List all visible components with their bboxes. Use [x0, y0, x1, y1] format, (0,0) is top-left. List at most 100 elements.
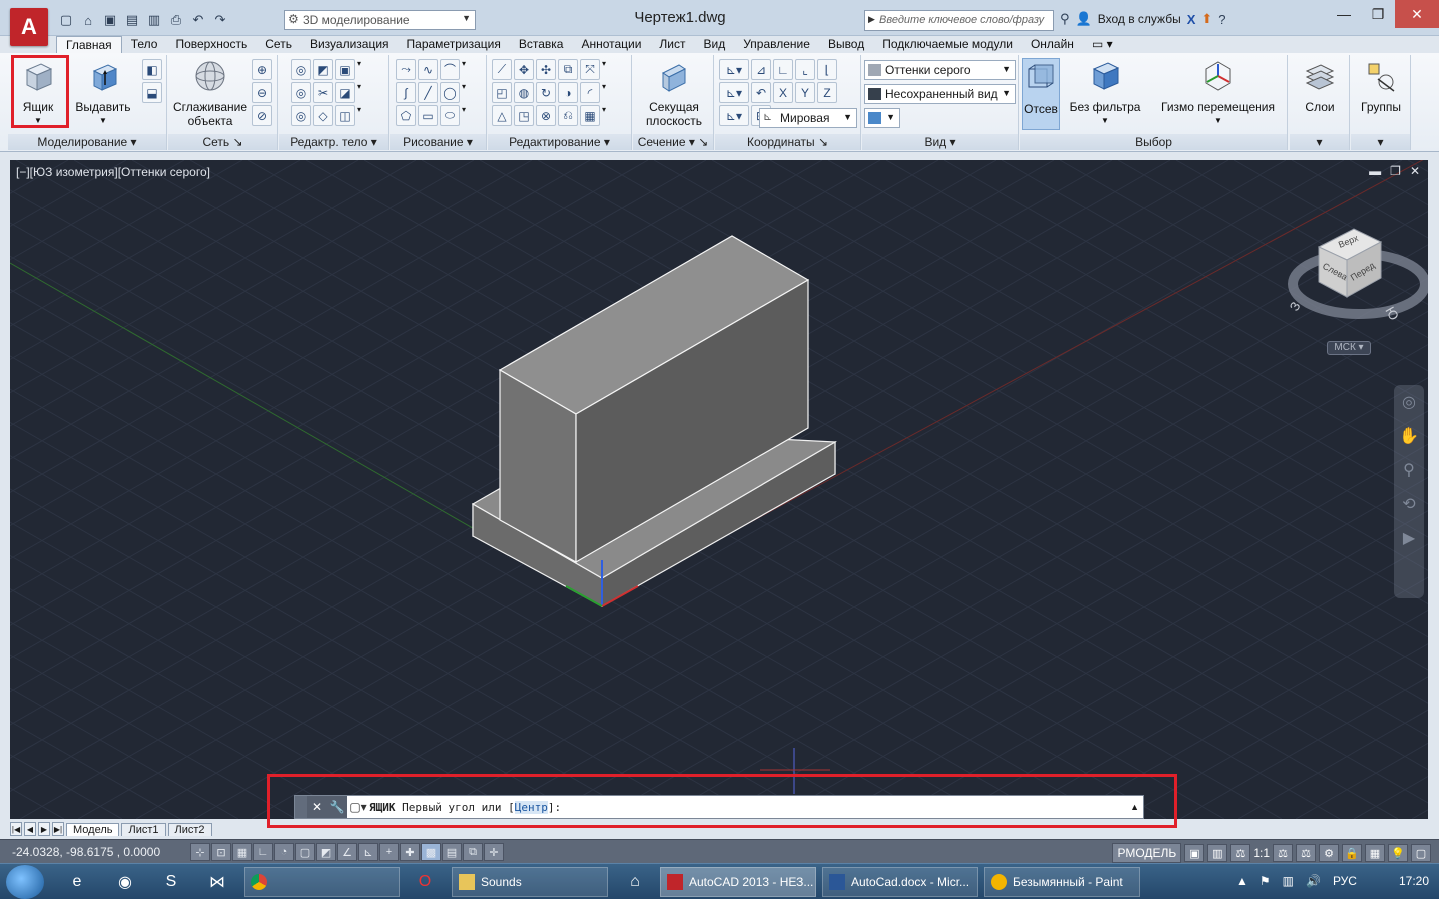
slice-icon[interactable]: ◩	[313, 59, 333, 80]
section-plane-button[interactable]: Секущая плоскость	[637, 59, 711, 128]
publish-icon[interactable]: ▥	[144, 10, 164, 30]
lock-icon[interactable]: 🔒	[1342, 844, 1362, 862]
chevron-down-icon[interactable]: ▾	[462, 82, 472, 103]
zoom-icon[interactable]: ⚲	[1394, 453, 1424, 487]
align-icon[interactable]: ◰	[492, 82, 512, 103]
tab-9[interactable]: Вид	[695, 36, 735, 54]
start-button[interactable]	[6, 865, 44, 899]
restore-icon[interactable]: ❐	[1390, 164, 1401, 178]
binoculars-icon[interactable]: ⚲	[1060, 11, 1070, 27]
chevron-down-icon[interactable]: ▾	[602, 59, 612, 80]
layers-button[interactable]: Слои	[1294, 59, 1346, 114]
ducs-icon[interactable]: ⊾	[358, 843, 378, 861]
flag-icon[interactable]: ⚑	[1260, 874, 1271, 888]
ucs-icon[interactable]: ⊾▾	[719, 59, 749, 80]
tab-7[interactable]: Аннотации	[572, 36, 650, 54]
next-layout-icon[interactable]: ▶	[38, 822, 50, 836]
chevron-down-icon[interactable]: ▾	[357, 82, 367, 103]
restore-icon[interactable]: ❐	[1361, 0, 1395, 28]
3d-osnap-icon[interactable]: ◩	[316, 843, 336, 861]
ortho-icon[interactable]: ∟	[253, 843, 273, 861]
ucs-y-icon[interactable]: Y	[795, 82, 815, 103]
quick-view-layouts-icon[interactable]: ▣	[1184, 844, 1205, 862]
quick-properties-icon[interactable]: ▤	[442, 843, 462, 861]
ucs-icon-props[interactable]: ⊾▾	[719, 105, 749, 126]
ribbon-options-icon[interactable]: ▭ ▾	[1083, 36, 1122, 54]
minimize-icon[interactable]: —	[1327, 0, 1361, 28]
polyline-icon[interactable]: ⤳	[396, 59, 416, 80]
explode-icon[interactable]: ⊗	[536, 105, 556, 126]
smooth-more-icon[interactable]: ⊕	[252, 59, 272, 80]
network-icon[interactable]: ▥	[1283, 874, 1294, 888]
move-3d-icon[interactable]: ✥	[514, 59, 534, 80]
ucs-3point-icon[interactable]: ⌊	[817, 59, 837, 80]
chevron-down-icon[interactable]: ▾	[602, 105, 612, 126]
new-file-icon[interactable]: ▢	[56, 10, 76, 30]
tab-1[interactable]: Тело	[122, 36, 167, 54]
infer-constraints-icon[interactable]: ⊹	[190, 843, 210, 861]
prev-layout-icon[interactable]: ◀	[24, 822, 36, 836]
quick-view-drawings-icon[interactable]: ▥	[1207, 844, 1228, 862]
chevron-down-icon[interactable]: ▾	[357, 105, 367, 126]
named-view-select[interactable]: Несохраненный вид ▼	[864, 84, 1016, 104]
subscription-icon[interactable]: ⬆	[1201, 11, 1212, 27]
panel-title-view[interactable]: Вид ▾	[862, 134, 1018, 150]
steering-wheel-icon[interactable]: ◎	[1394, 385, 1424, 419]
gizmo-button[interactable]: Гизмо перемещения ▼	[1156, 59, 1280, 128]
extrude-button[interactable]: Выдавить ▼	[74, 59, 132, 128]
ucs-world-icon[interactable]: ⊿	[751, 59, 771, 80]
rectangle-icon[interactable]: ▭	[418, 105, 438, 126]
ucs-menu-button[interactable]: МСК ▾	[1327, 341, 1371, 355]
polar-icon[interactable]: ◔	[274, 843, 294, 861]
tab-5[interactable]: Параметризация	[398, 36, 510, 54]
copy-icon[interactable]: ⧉	[558, 59, 578, 80]
internet-explorer-icon[interactable]: e	[64, 870, 90, 894]
tab-4[interactable]: Визуализация	[301, 36, 398, 54]
panel-title-section[interactable]: Сечение ▾ ↘	[633, 134, 713, 150]
chevron-down-icon[interactable]: ▾	[357, 59, 367, 80]
union-icon[interactable]: ◎	[291, 59, 311, 80]
panel-title-coordinates[interactable]: Координаты ↘	[715, 134, 860, 150]
stretch-icon[interactable]: ◳	[514, 105, 534, 126]
first-layout-icon[interactable]: |◀	[10, 822, 22, 836]
visual-studio-icon[interactable]: ⋈	[204, 870, 230, 894]
helix-icon[interactable]: ∿	[418, 59, 438, 80]
hardware-accel-icon[interactable]: ▦	[1365, 844, 1385, 862]
ucs-previous-icon[interactable]: ↶	[751, 82, 771, 103]
clock[interactable]: 17:20	[1399, 874, 1429, 888]
panel-title-selection[interactable]: Выбор	[1020, 134, 1287, 150]
snap-icon[interactable]: ⊡	[211, 843, 231, 861]
visual-style-select[interactable]: Оттенки серого ▼	[864, 60, 1016, 80]
separate-icon[interactable]: ◫	[335, 105, 355, 126]
show-hidden-icon[interactable]: ▲	[1236, 874, 1248, 888]
annotation-visibility-icon[interactable]: ⚖	[1273, 844, 1293, 862]
chevron-down-icon[interactable]: ▾	[462, 105, 472, 126]
refine-mesh-icon[interactable]: ⊘	[252, 105, 272, 126]
tab-10[interactable]: Управление	[734, 36, 819, 54]
ellipse-icon[interactable]: ⬭	[440, 105, 460, 126]
annotation-monitor-icon[interactable]: ✛	[484, 843, 504, 861]
tab-model[interactable]: Модель	[66, 822, 120, 836]
firefox-icon[interactable]: ◉	[112, 870, 138, 894]
ucs-z-icon[interactable]: Z	[817, 82, 837, 103]
panel-title-layers[interactable]: ▾	[1290, 134, 1349, 150]
annotation-scale-value[interactable]: 1:1	[1253, 846, 1270, 860]
offset-icon[interactable]: ⎌	[558, 105, 578, 126]
chevron-down-icon[interactable]: ▾	[462, 59, 472, 80]
extract-edges-icon[interactable]: ▣	[335, 59, 355, 80]
task-word[interactable]: AutoCad.docx - Micr...	[822, 867, 978, 897]
orbit-icon[interactable]: ⟲	[1394, 487, 1424, 521]
panel-title-modify[interactable]: Редактирование ▾	[488, 134, 631, 150]
presspull-icon[interactable]: ⬓	[142, 82, 162, 103]
minimize-icon[interactable]: ▬	[1369, 164, 1381, 178]
spline-icon[interactable]: ∫	[396, 82, 416, 103]
thicken-icon[interactable]: ◇	[313, 105, 333, 126]
model-space-toggle[interactable]: РМОДЕЛЬ	[1112, 843, 1182, 863]
ucs-named-icon[interactable]: ⊾▾	[719, 82, 749, 103]
tab-layout2[interactable]: Лист2	[167, 822, 212, 836]
ucs-select[interactable]: ⊾ Мировая ▼	[759, 108, 857, 128]
skype-icon[interactable]: S	[158, 870, 184, 894]
line-icon[interactable]: ╱	[418, 82, 438, 103]
search-input[interactable]: ▶ Введите ключевое слово/фразу	[864, 10, 1054, 31]
grid-icon[interactable]: ▦	[232, 843, 252, 861]
